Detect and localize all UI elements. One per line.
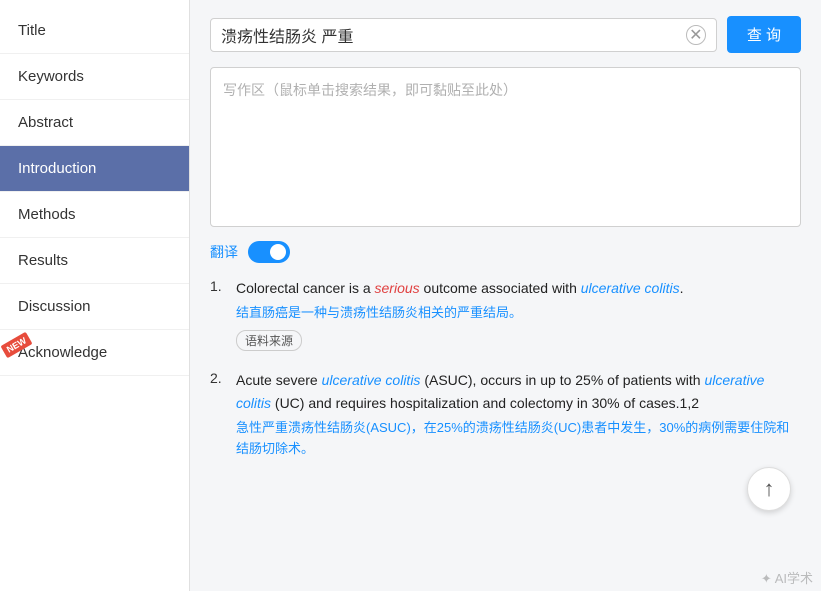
sidebar-item-abstract[interactable]: Abstract xyxy=(0,100,189,146)
main-content: ✕ 查 询 写作区（鼠标单击搜索结果，即可黏贴至此处） 翻译 1. Colorec… xyxy=(190,0,821,591)
sidebar-item-keywords[interactable]: Keywords xyxy=(0,54,189,100)
result-number: 1. xyxy=(210,277,228,294)
translate-row: 翻译 xyxy=(210,241,801,263)
sidebar-item-label: Results xyxy=(18,252,68,269)
toggle-thumb xyxy=(270,244,286,260)
sidebar-item-label: Keywords xyxy=(18,68,84,85)
sidebar: Title Keywords Abstract Introduction Methods… xyxy=(0,0,190,591)
search-input-wrapper: ✕ xyxy=(210,18,717,52)
result-item[interactable]: 2. Acute severe ulcerative colitis (ASUC)… xyxy=(210,369,801,465)
italic-red-text: serious xyxy=(375,280,420,296)
writing-area[interactable]: 写作区（鼠标单击搜索结果，即可黏贴至此处） xyxy=(210,67,801,227)
sidebar-item-label: Methods xyxy=(18,206,76,223)
search-button[interactable]: 查 询 xyxy=(727,16,801,53)
translate-label: 翻译 xyxy=(210,242,238,262)
sidebar-item-acknowledge[interactable]: NEWAcknowledge xyxy=(0,330,189,376)
result-zh: 急性严重溃疡性结肠炎(ASUC)，在25%的溃疡性结肠炎(UC)患者中发生，30… xyxy=(236,418,801,460)
sidebar-item-label: Introduction xyxy=(18,160,96,177)
result-number: 2. xyxy=(210,369,228,386)
sidebar-item-title[interactable]: Title xyxy=(0,8,189,54)
italic-blue-text: ulcerative colitis xyxy=(236,372,764,410)
scroll-top-button[interactable]: ↑ xyxy=(747,467,791,511)
translate-toggle[interactable] xyxy=(248,241,290,263)
sidebar-item-label: Discussion xyxy=(18,298,91,315)
sidebar-item-results[interactable]: Results xyxy=(0,238,189,284)
results-list: 1. Colorectal cancer is a serious outcome… xyxy=(210,277,801,466)
sidebar-item-methods[interactable]: Methods xyxy=(0,192,189,238)
search-bar: ✕ 查 询 xyxy=(210,16,801,53)
result-body: Acute severe ulcerative colitis (ASUC), … xyxy=(236,369,801,465)
result-en: Colorectal cancer is a serious outcome a… xyxy=(236,277,801,299)
result-item[interactable]: 1. Colorectal cancer is a serious outcome… xyxy=(210,277,801,351)
sidebar-item-label: Title xyxy=(18,22,46,39)
result-zh: 结直肠癌是一种与溃疡性结肠炎相关的严重结局。 xyxy=(236,303,801,324)
italic-blue-text: ulcerative colitis xyxy=(581,280,680,296)
sidebar-item-label: Acknowledge xyxy=(18,344,107,361)
search-input[interactable] xyxy=(221,26,686,44)
sidebar-item-label: Abstract xyxy=(18,114,73,131)
sidebar-item-introduction[interactable]: Introduction xyxy=(0,146,189,192)
sidebar-item-discussion[interactable]: Discussion xyxy=(0,284,189,330)
result-en: Acute severe ulcerative colitis (ASUC), … xyxy=(236,369,801,414)
writing-placeholder: 写作区（鼠标单击搜索结果，即可黏贴至此处） xyxy=(223,82,517,98)
result-body: Colorectal cancer is a serious outcome a… xyxy=(236,277,801,351)
scroll-top-icon: ↑ xyxy=(764,476,775,502)
italic-blue-text: ulcerative colitis xyxy=(322,372,421,388)
search-clear-button[interactable]: ✕ xyxy=(686,25,706,45)
source-tag[interactable]: 语料来源 xyxy=(236,330,302,351)
